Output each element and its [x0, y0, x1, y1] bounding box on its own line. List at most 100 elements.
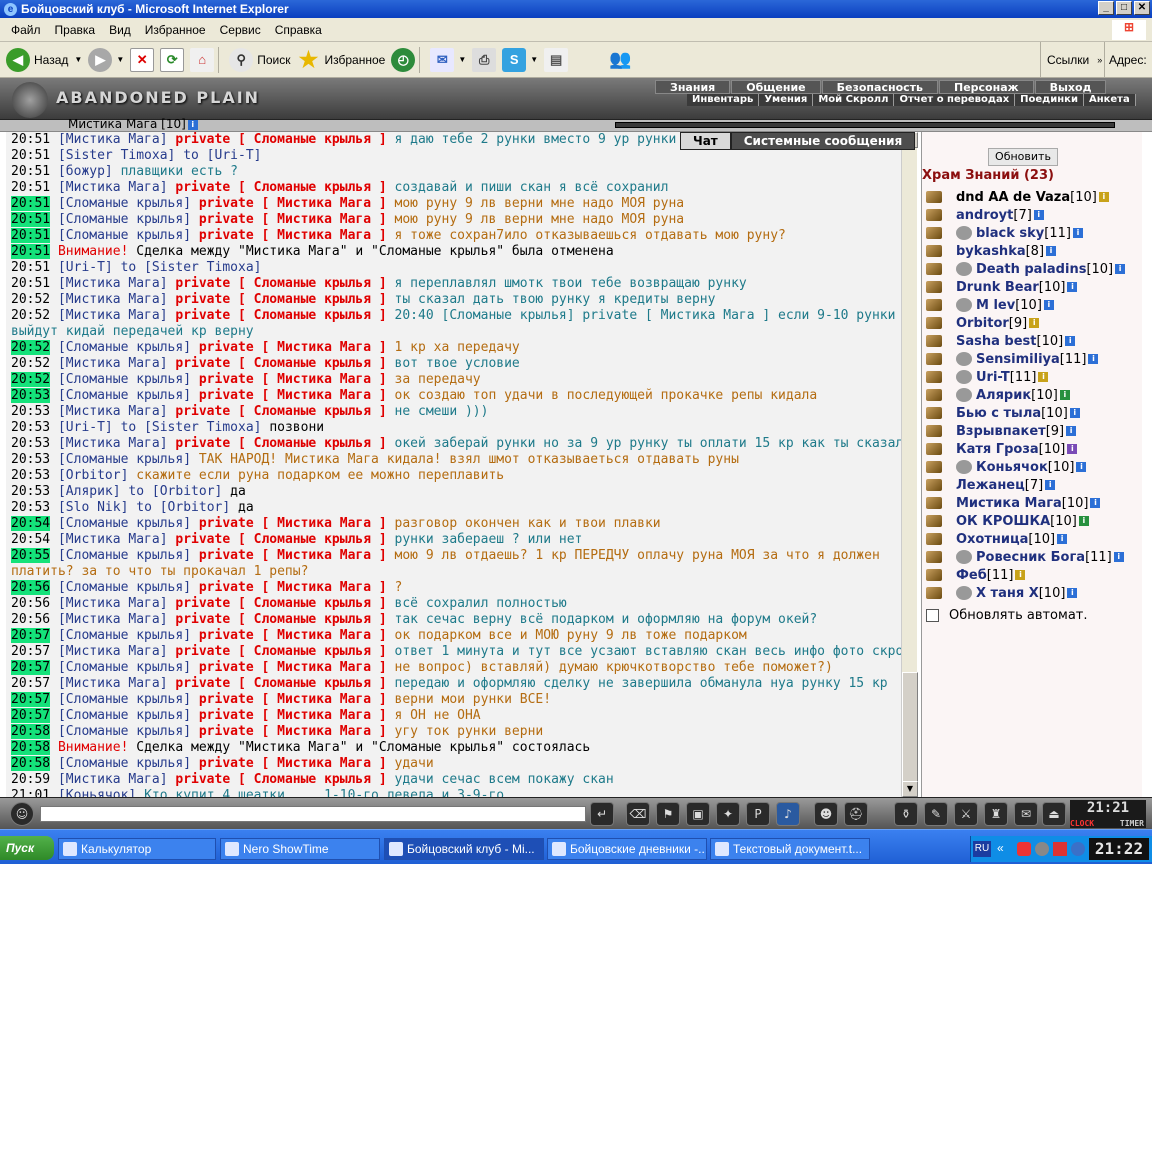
message-time[interactable]: 20:52: [11, 356, 50, 371]
private-tag[interactable]: private [ Мистика Мага ]: [199, 692, 387, 707]
nav-profile[interactable]: Анкета: [1083, 94, 1136, 106]
message-time[interactable]: 20:53: [11, 404, 50, 419]
message-time[interactable]: 20:58: [11, 740, 51, 755]
private-tag[interactable]: private [ Мистика Мага ]: [199, 708, 387, 723]
search-button[interactable]: ⚲ Поиск: [229, 45, 291, 75]
message-time[interactable]: 20:54: [11, 532, 50, 547]
private-msg-icon[interactable]: [926, 425, 942, 437]
info-icon[interactable]: i: [1065, 336, 1076, 346]
private-msg-icon[interactable]: [926, 407, 942, 419]
info-icon[interactable]: i: [1033, 210, 1044, 220]
message-author[interactable]: [Сломаные крылья]: [58, 724, 191, 739]
message-time[interactable]: 20:56: [11, 580, 51, 595]
user-name[interactable]: Алярик: [976, 388, 1031, 403]
private-tag[interactable]: private [ Сломаные крылья ]: [175, 404, 386, 419]
user-name[interactable]: Ровесник Бога: [976, 550, 1085, 565]
message-time[interactable]: 20:57: [11, 676, 50, 691]
message-author[interactable]: [Мистика Мага]: [58, 180, 168, 195]
message-time[interactable]: 20:53: [11, 468, 50, 483]
message-recipient[interactable]: to [Uri-T]: [183, 148, 261, 163]
message-author[interactable]: [Коньячок]: [58, 788, 136, 797]
info-icon[interactable]: i: [1069, 408, 1080, 418]
info-icon[interactable]: i: [1115, 264, 1126, 274]
tray-network-icon[interactable]: [1053, 842, 1067, 856]
tray-antivirus-icon[interactable]: [1071, 842, 1085, 856]
info-icon[interactable]: i: [1029, 318, 1040, 328]
private-tag[interactable]: private [ Мистика Мага ]: [199, 516, 387, 531]
private-tag[interactable]: private [ Мистика Мага ]: [199, 388, 387, 403]
user-name[interactable]: M lev: [976, 298, 1015, 313]
user-name[interactable]: Взрывпакет: [956, 424, 1046, 439]
message-author[interactable]: [Сломаные крылья]: [58, 756, 191, 771]
message-recipient[interactable]: to [Orbitor]: [136, 500, 230, 515]
task-text-doc[interactable]: Текстовый документ.t...: [710, 838, 870, 860]
user-name[interactable]: X таня X: [976, 586, 1039, 601]
private-tag[interactable]: private [ Сломаные крылья ]: [175, 612, 386, 627]
private-msg-icon[interactable]: [926, 533, 942, 545]
user-name[interactable]: Феб: [956, 568, 987, 583]
message-time[interactable]: 20:58: [11, 756, 51, 771]
task-fight-club[interactable]: Бойцовский клуб - Mi...: [384, 838, 544, 860]
private-tag[interactable]: private [ Мистика Мага ]: [199, 548, 387, 563]
message-time[interactable]: 20:51: [11, 228, 51, 243]
task-nero[interactable]: Nero ShowTime: [220, 838, 380, 860]
message-author[interactable]: [Сломаные крылья]: [58, 340, 191, 355]
info-icon[interactable]: i: [1088, 354, 1099, 364]
private-tag[interactable]: private [ Мистика Мага ]: [199, 580, 387, 595]
message-time[interactable]: 20:58: [11, 724, 51, 739]
user-name[interactable]: Коньячок: [976, 460, 1048, 475]
message-author[interactable]: [Мистика Мага]: [58, 532, 168, 547]
tab-chat[interactable]: Чат: [680, 132, 731, 150]
private-tag[interactable]: private [ Мистика Мага ]: [199, 372, 387, 387]
private-tag[interactable]: private [ Мистика Мага ]: [199, 660, 387, 675]
message-time[interactable]: 20:52: [11, 340, 51, 355]
private-msg-icon[interactable]: [926, 209, 942, 221]
message-recipient[interactable]: to [Sister Timoxa]: [121, 420, 262, 435]
user-name[interactable]: Мистика Мага: [956, 496, 1062, 511]
private-msg-icon[interactable]: [926, 497, 942, 509]
refresh-button[interactable]: ⟳: [160, 45, 185, 75]
message-author[interactable]: [Сломаные крылья]: [58, 452, 191, 467]
message-time[interactable]: 20:54: [11, 516, 51, 531]
nav-fights[interactable]: Поединки: [1015, 94, 1084, 106]
sound-icon[interactable]: ♪: [776, 802, 800, 826]
exit-door-icon[interactable]: ⏏: [1042, 802, 1066, 826]
close-button[interactable]: ✕: [1134, 1, 1150, 15]
clock-label[interactable]: CLOCK: [1070, 819, 1094, 828]
private-tag[interactable]: private [ Сломаные крылья ]: [175, 532, 386, 547]
private-tag[interactable]: private [ Сломаные крылья ]: [175, 180, 386, 195]
message-time[interactable]: 20:57: [11, 660, 51, 675]
nav-security[interactable]: Безопасность: [821, 80, 938, 94]
user-name[interactable]: Охотница: [956, 532, 1028, 547]
private-msg-icon[interactable]: [926, 551, 942, 563]
message-author[interactable]: [Сломаные крылья]: [58, 660, 191, 675]
eraser-icon[interactable]: ⌫: [626, 802, 650, 826]
private-msg-icon[interactable]: [926, 443, 942, 455]
user-name[interactable]: Sensimiliya: [976, 352, 1060, 367]
user-name[interactable]: androyt: [956, 208, 1013, 223]
minimize-button[interactable]: _: [1098, 1, 1114, 15]
message-author[interactable]: [Мистика Мага]: [58, 276, 168, 291]
private-tag[interactable]: private [ Сломаные крылья ]: [175, 772, 386, 787]
message-author[interactable]: [Сломаные крылья]: [58, 516, 191, 531]
info-icon[interactable]: i: [1067, 444, 1078, 454]
private-msg-icon[interactable]: [926, 245, 942, 257]
info-icon[interactable]: i: [1038, 372, 1049, 382]
tray-app-icon[interactable]: [1017, 842, 1031, 856]
task-calculator[interactable]: Калькулятор: [58, 838, 216, 860]
maximize-button[interactable]: □: [1116, 1, 1132, 15]
send-icon[interactable]: ↵: [590, 802, 614, 826]
message-time[interactable]: 20:51: [11, 260, 50, 275]
info-icon[interactable]: i: [1072, 228, 1083, 238]
tab-system-messages[interactable]: Системные сообщения: [730, 132, 916, 150]
info-icon[interactable]: i: [1067, 588, 1078, 598]
menu-view[interactable]: Вид: [102, 23, 138, 37]
message-time[interactable]: 20:59: [11, 772, 50, 787]
scroll-down-arrow-icon[interactable]: ▼: [902, 781, 918, 797]
message-author[interactable]: [Uri-T]: [58, 260, 113, 275]
back-button[interactable]: ◀ Назад ▼: [6, 45, 82, 75]
message-time[interactable]: 20:52: [11, 292, 50, 307]
private-msg-icon[interactable]: [926, 335, 942, 347]
message-author[interactable]: [Сломаные крылья]: [58, 372, 191, 387]
message-author[interactable]: [Мистика Мага]: [58, 596, 168, 611]
